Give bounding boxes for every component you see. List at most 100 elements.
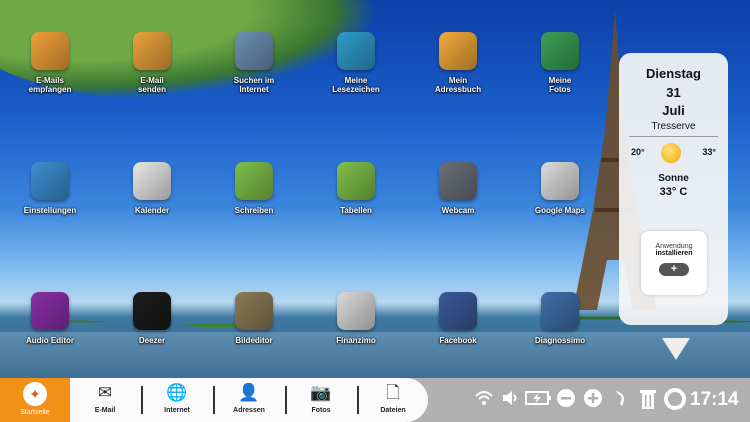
zoom-in-icon[interactable] <box>583 388 603 414</box>
app-mein-adressbuch[interactable]: Mein Adressbuch <box>413 32 503 94</box>
finance-document-icon <box>337 292 375 330</box>
app-deezer[interactable]: Deezer <box>107 292 197 345</box>
volume-icon[interactable] <box>501 388 521 414</box>
weather-location: Tresserve <box>629 121 718 137</box>
app-label: Diagnossimo <box>534 336 586 345</box>
atom-bookmark-icon <box>337 32 375 70</box>
install-label-2: installieren <box>655 250 693 257</box>
weather-condition: Sonne <box>658 173 689 184</box>
app-audio-editor[interactable]: Audio Editor <box>5 292 95 345</box>
calendar-icon <box>133 162 171 200</box>
app-label: Meine Fotos <box>548 76 572 94</box>
weather-temp-low: 20° <box>631 147 645 157</box>
files-icon: 🗋 <box>386 383 400 402</box>
nav-adressen[interactable]: 👤 Adressen <box>214 378 284 422</box>
app-google-maps[interactable]: Google Maps <box>515 162 605 215</box>
app-label: Schreiben <box>234 206 274 215</box>
wifi-icon[interactable] <box>474 388 494 414</box>
nav-label: Dateien <box>380 407 406 414</box>
equalizer-icon <box>133 292 171 330</box>
lifebuoy-icon[interactable] <box>664 388 686 416</box>
app-meine-lesezeichen[interactable]: Meine Lesezeichen <box>311 32 401 94</box>
app-schreiben[interactable]: Schreiben <box>209 162 299 215</box>
app-kalender[interactable]: Kalender <box>107 162 197 215</box>
globe-icon: 🌐 <box>166 383 188 402</box>
nav-label: E-Mail <box>94 407 116 414</box>
wrench-hammer-icon <box>31 162 69 200</box>
home-label: Startseite <box>20 409 50 416</box>
inbox-tray-icon <box>31 32 69 70</box>
app-suchen-im-internet[interactable]: Suchen im Internet <box>209 32 299 94</box>
camera-icon: 📷 <box>310 383 332 402</box>
app-label: Facebook <box>439 336 477 345</box>
app-label: Audio Editor <box>26 336 74 345</box>
gimp-icon <box>235 292 273 330</box>
nav-separator <box>213 386 215 414</box>
app-label: E-Mails empfangen <box>28 76 72 94</box>
desktop-background: E-Mails empfangen E-Mail senden Suchen im … <box>0 0 750 378</box>
home-button[interactable]: ✦ Startseite <box>0 378 70 422</box>
app-label: Google Maps <box>534 206 586 215</box>
clock: 17:14 <box>690 389 739 410</box>
app-meine-fotos[interactable]: Meine Fotos <box>515 32 605 94</box>
nav-label: Fotos <box>311 407 331 414</box>
google-maps-icon <box>541 162 579 200</box>
app-tabellen[interactable]: Tabellen <box>311 162 401 215</box>
app-label: Einstellungen <box>23 206 77 215</box>
battery-charging-icon[interactable] <box>525 388 553 414</box>
headphones-icon <box>31 292 69 330</box>
nav-label: Adressen <box>233 407 265 414</box>
weather-day: Dienstag <box>646 66 701 81</box>
app-label: Tabellen <box>340 206 372 215</box>
nav-internet[interactable]: 🌐 Internet <box>142 378 212 422</box>
nav-fotos[interactable]: 📷 Fotos <box>286 378 356 422</box>
app-label: Webcam <box>441 206 475 215</box>
nav-label: Internet <box>164 407 190 414</box>
nav-separator <box>357 386 359 414</box>
app-einstellungen[interactable]: Einstellungen <box>5 162 95 215</box>
app-label: Deezer <box>138 336 166 345</box>
app-label: Kalender <box>134 206 170 215</box>
envelope-send-icon <box>133 32 171 70</box>
webcam-icon <box>439 162 477 200</box>
app-label: Suchen im Internet <box>233 76 275 94</box>
app-label: Bildeditor <box>235 336 273 345</box>
nav-separator <box>141 386 143 414</box>
spreadsheet-icon <box>337 162 375 200</box>
trash-icon[interactable] <box>639 388 657 416</box>
app-diagnossimo[interactable]: Diagnossimo <box>515 292 605 345</box>
address-book-icon <box>439 32 477 70</box>
facebook-icon <box>439 292 477 330</box>
weather-date: 31 <box>666 85 681 100</box>
sun-icon <box>661 143 681 163</box>
app-webcam[interactable]: Webcam <box>413 162 503 215</box>
app-finanzimo[interactable]: Finanzimo <box>311 292 401 345</box>
envelope-icon: ✉ <box>97 383 113 402</box>
app-label: Finanzimo <box>336 336 376 345</box>
app-e-mail-senden[interactable]: E-Mail senden <box>107 32 197 94</box>
contacts-icon: 👤 <box>238 383 260 402</box>
app-label: Mein Adressbuch <box>434 76 482 94</box>
weather-widget: Dienstag 31 Juli Tresserve 20° 33° Sonne… <box>619 53 728 325</box>
app-facebook[interactable]: Facebook <box>413 292 503 345</box>
nav-dateien[interactable]: 🗋 Dateien <box>358 378 428 422</box>
nav-separator <box>285 386 287 414</box>
app-e-mails-empfangen[interactable]: E-Mails empfangen <box>5 32 95 94</box>
collapse-arrow-icon[interactable] <box>662 338 690 360</box>
app-bildeditor[interactable]: Bildeditor <box>209 292 299 345</box>
install-label-1: Anwendung <box>655 243 693 250</box>
back-arrow-icon[interactable] <box>612 388 630 414</box>
install-app-button[interactable]: Anwendung installieren + <box>641 231 707 295</box>
app-label: Meine Lesezeichen <box>332 76 380 94</box>
weather-temps: 20° 33° <box>619 141 728 171</box>
diagnostic-monitor-icon <box>541 292 579 330</box>
app-label: E-Mail senden <box>137 76 166 94</box>
weather-month: Juli <box>662 103 685 118</box>
nav-email[interactable]: ✉ E-Mail <box>70 378 140 422</box>
document-write-icon <box>235 162 273 200</box>
globe-www-icon <box>235 32 273 70</box>
zoom-out-icon[interactable] <box>556 388 576 414</box>
weather-temp-high: 33° <box>702 147 716 157</box>
home-icon: ✦ <box>23 382 47 406</box>
weather-current-temp: 33° C <box>659 186 688 198</box>
